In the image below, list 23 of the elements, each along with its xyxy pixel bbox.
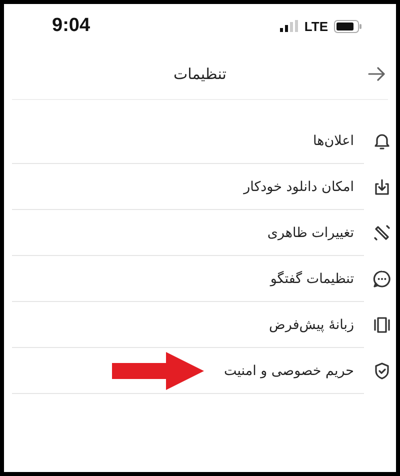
settings-row[interactable]: حریم خصوصی و امنیت: [12, 348, 364, 394]
page-title: تنظیمات: [174, 64, 226, 82]
settings-row[interactable]: تغییرات ظاهری: [12, 210, 364, 256]
brush-icon: [372, 222, 392, 242]
chat-bubble-icon: [372, 268, 392, 288]
settings-row[interactable]: زبانهٔ پیش‌فرض: [12, 302, 364, 348]
network-label: LTE: [304, 18, 328, 34]
settings-row[interactable]: تنظیمات گفتگو: [12, 256, 364, 302]
row-label: تغییرات ظاهری: [267, 224, 354, 240]
status-time: 9:04: [52, 15, 90, 37]
row-label: اعلان‌ها: [312, 132, 354, 148]
battery-icon: [334, 20, 362, 32]
row-label: امکان دانلود خودکار: [244, 178, 354, 194]
row-label: تنظیمات گفتگو: [270, 270, 354, 286]
settings-row[interactable]: اعلان‌ها: [12, 118, 364, 164]
shield-check-icon: [372, 360, 392, 380]
row-label: زبانهٔ پیش‌فرض: [269, 316, 354, 332]
tabs-icon: [372, 314, 392, 334]
signal-icon: [280, 20, 298, 32]
row-label: حریم خصوصی و امنیت: [224, 362, 354, 378]
download-icon: [372, 176, 392, 196]
back-button[interactable]: [366, 64, 388, 82]
settings-row[interactable]: امکان دانلود خودکار: [12, 164, 364, 210]
